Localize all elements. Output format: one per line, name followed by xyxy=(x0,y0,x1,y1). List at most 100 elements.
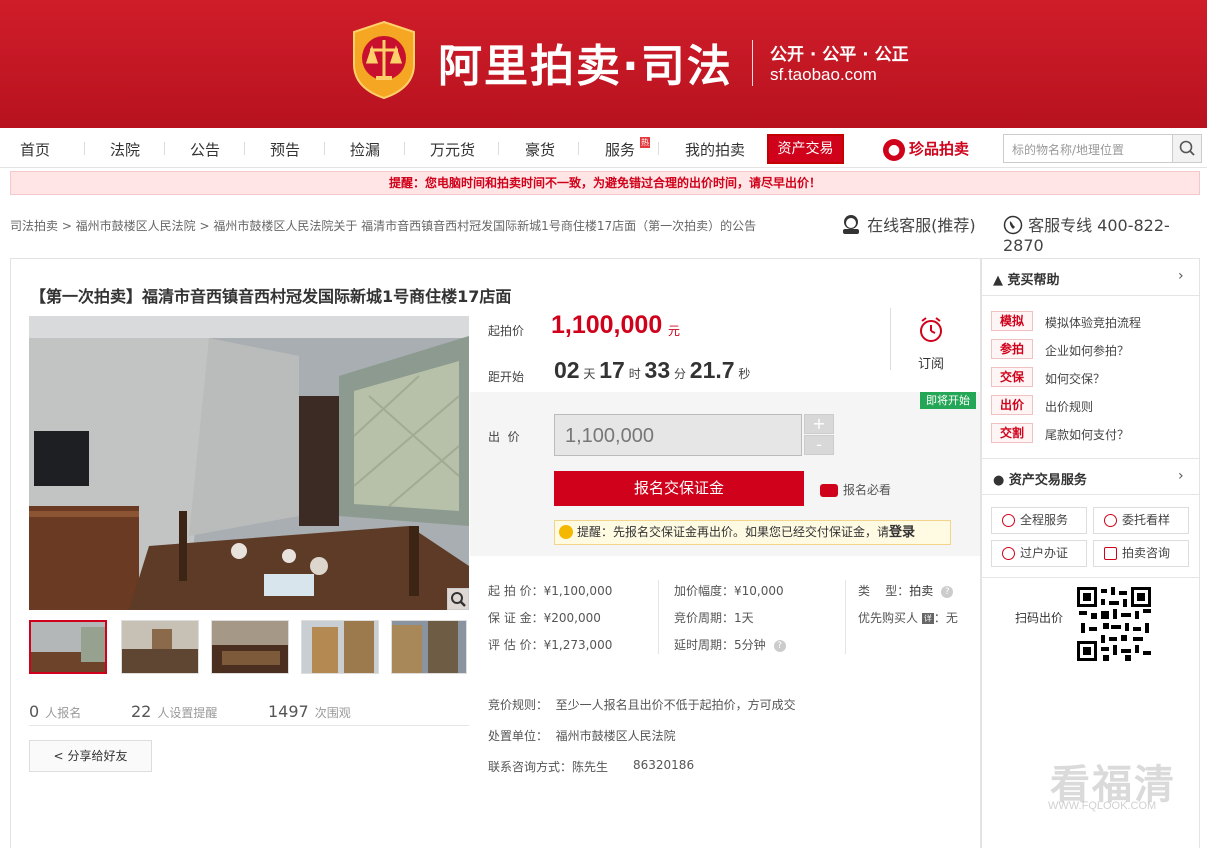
help-tag[interactable]: 交保 xyxy=(991,367,1033,387)
nav-separator xyxy=(578,142,579,155)
transfer-button[interactable]: 过户办证 xyxy=(991,540,1087,567)
help-link[interactable]: 企业如何参拍？ xyxy=(1045,342,1129,359)
nav-asset-trade-label: 资产交易 xyxy=(777,141,834,157)
thumbnail-image xyxy=(302,621,378,673)
tip-text: 提醒：先报名交保证金再出价。如果您已经交付保证金，请 xyxy=(577,525,890,539)
nav-separator xyxy=(244,142,245,155)
service-label: 拍卖咨询 xyxy=(1122,546,1171,560)
alarm-clock-icon[interactable] xyxy=(918,316,944,344)
start-price-label: 起拍价 xyxy=(488,324,525,338)
chevron-right-icon[interactable]: › xyxy=(1178,268,1184,284)
type-label: 类 型： xyxy=(858,584,910,598)
detail-icon[interactable]: 详 xyxy=(921,613,934,624)
help-section-title[interactable]: ▲ 竞买帮助 xyxy=(993,269,1060,288)
help-link[interactable]: 尾款如何支付？ xyxy=(1045,426,1129,443)
share-button[interactable]: < 分享给好友 xyxy=(29,740,152,772)
must-see-link[interactable]: 报名必看 xyxy=(820,481,891,498)
thumbnail-image xyxy=(31,622,105,672)
bid-input[interactable]: 1,100,000 xyxy=(554,414,802,456)
thumbnail[interactable] xyxy=(29,620,107,674)
nav-preview[interactable]: 预告 xyxy=(270,139,300,160)
thumbnail[interactable] xyxy=(301,620,379,674)
nav-luxury[interactable]: 豪货 xyxy=(525,139,555,160)
nav-separator xyxy=(324,142,325,155)
thumbnail[interactable] xyxy=(391,620,467,674)
nav-service[interactable]: 服务 xyxy=(605,139,635,160)
thumbnail[interactable] xyxy=(121,620,199,674)
countdown-minutes: 33 xyxy=(644,357,671,383)
minutes-unit: 分 xyxy=(673,367,686,381)
info-delay: 延时周期：5分钟? xyxy=(674,636,786,653)
remind-label: 人设置提醒 xyxy=(157,706,218,720)
nav-wanyuan[interactable]: 万元货 xyxy=(430,139,475,160)
nav-court[interactable]: 法院 xyxy=(110,139,140,160)
time-warning-banner: 提醒：您电脑时间和拍卖时间不一致，为避免错过合理的出价时间，请尽早出价！ xyxy=(10,171,1200,195)
online-service-label: 在线客服(推荐) xyxy=(867,216,976,235)
hours-unit: 时 xyxy=(628,367,641,381)
signup-stat: 0 人报名 xyxy=(29,702,81,721)
asset-service-title[interactable]: ● 资产交易服务 xyxy=(993,469,1087,488)
thumbnail[interactable] xyxy=(211,620,289,674)
main-photo[interactable] xyxy=(29,316,469,610)
nav-separator xyxy=(164,142,165,155)
graduation-cap-icon: ▲ xyxy=(993,273,1003,288)
divider xyxy=(981,295,1199,296)
countdown-hours: 17 xyxy=(599,357,625,383)
help-icon[interactable]: ? xyxy=(941,585,954,598)
remind-count: 22 xyxy=(131,702,152,721)
divider xyxy=(981,494,1199,495)
search-button[interactable] xyxy=(1172,134,1202,163)
thumbnail-image xyxy=(392,621,466,673)
full-service-button[interactable]: 全程服务 xyxy=(991,507,1087,534)
zhenpin-link[interactable]: ● 珍品拍卖 xyxy=(883,137,969,161)
status-badge: 即将开始 xyxy=(920,392,976,409)
help-icon[interactable]: ? xyxy=(773,639,786,652)
nav-separator xyxy=(84,142,85,155)
coins-icon xyxy=(820,484,838,497)
consult-button[interactable]: 拍卖咨询 xyxy=(1093,540,1189,567)
chevron-right-icon[interactable]: › xyxy=(1178,468,1184,484)
check-circle-icon xyxy=(1002,514,1015,527)
subscribe-button[interactable]: 订阅 xyxy=(918,353,944,372)
location-pin-icon xyxy=(1104,514,1117,527)
info-cycle: 竞价周期：1天 xyxy=(674,611,754,625)
nav-home[interactable]: 首页 xyxy=(20,139,50,160)
nav-bargain[interactable]: 捡漏 xyxy=(350,139,380,160)
help-tag[interactable]: 模拟 xyxy=(991,311,1033,331)
breadcrumb[interactable]: 司法拍卖 > 福州市鼓楼区人民法院 > 福州市鼓楼区人民法院关于 福清市音西镇音… xyxy=(10,217,756,234)
nav-asset-trade[interactable]: 资产交易 xyxy=(767,134,844,164)
view-sample-button[interactable]: 委托看样 xyxy=(1093,507,1189,534)
help-link[interactable]: 如何交保？ xyxy=(1045,370,1105,387)
help-link[interactable]: 模拟体验竞拍流程 xyxy=(1045,314,1141,331)
nav-my-auction[interactable]: 我的拍卖 xyxy=(685,139,745,160)
info-unit: 处置单位： 福州市鼓楼区人民法院 xyxy=(488,729,676,743)
zhenpin-icon: ● xyxy=(883,138,905,161)
nav-notice[interactable]: 公告 xyxy=(190,139,220,160)
increase-button[interactable]: + xyxy=(804,414,834,434)
priority-value: ：无 xyxy=(933,611,958,625)
decrease-button[interactable]: - xyxy=(804,435,834,455)
view-label: 次围观 xyxy=(314,706,351,720)
help-tag[interactable]: 交割 xyxy=(991,423,1033,443)
online-service[interactable]: 在线客服(推荐) xyxy=(840,212,976,236)
service-hotline: 客服专线 400-822-2870 xyxy=(1003,212,1207,255)
help-tag[interactable]: 出价 xyxy=(991,395,1033,415)
item-title: 【第一次拍卖】福清市音西镇音西村冠发国际新城1号商住楼17店面 xyxy=(30,287,512,306)
user-icon: ● xyxy=(993,473,1005,488)
view-count: 1497 xyxy=(268,702,309,721)
start-price-value: 1,100,000 xyxy=(551,311,663,339)
thumbnail-image xyxy=(212,621,288,673)
register-deposit-button[interactable]: 报名交保证金 xyxy=(554,471,804,506)
share-icon: < xyxy=(53,749,64,763)
help-link[interactable]: 出价规则 xyxy=(1045,398,1093,415)
service-label: 过户办证 xyxy=(1020,546,1069,560)
court-emblem-icon xyxy=(353,20,415,100)
help-tag[interactable]: 参拍 xyxy=(991,339,1033,359)
signup-label: 人报名 xyxy=(45,706,82,720)
login-link[interactable]: 登录 xyxy=(889,525,915,540)
watermark-url: WWW.FQLOOK.COM xyxy=(1048,800,1157,812)
zoom-button[interactable] xyxy=(447,588,469,610)
countdown-label: 距开始 xyxy=(488,370,525,384)
search-input[interactable]: 标的物名称/地理位置 xyxy=(1003,134,1173,163)
help-title-text: 竞买帮助 xyxy=(1007,273,1060,288)
